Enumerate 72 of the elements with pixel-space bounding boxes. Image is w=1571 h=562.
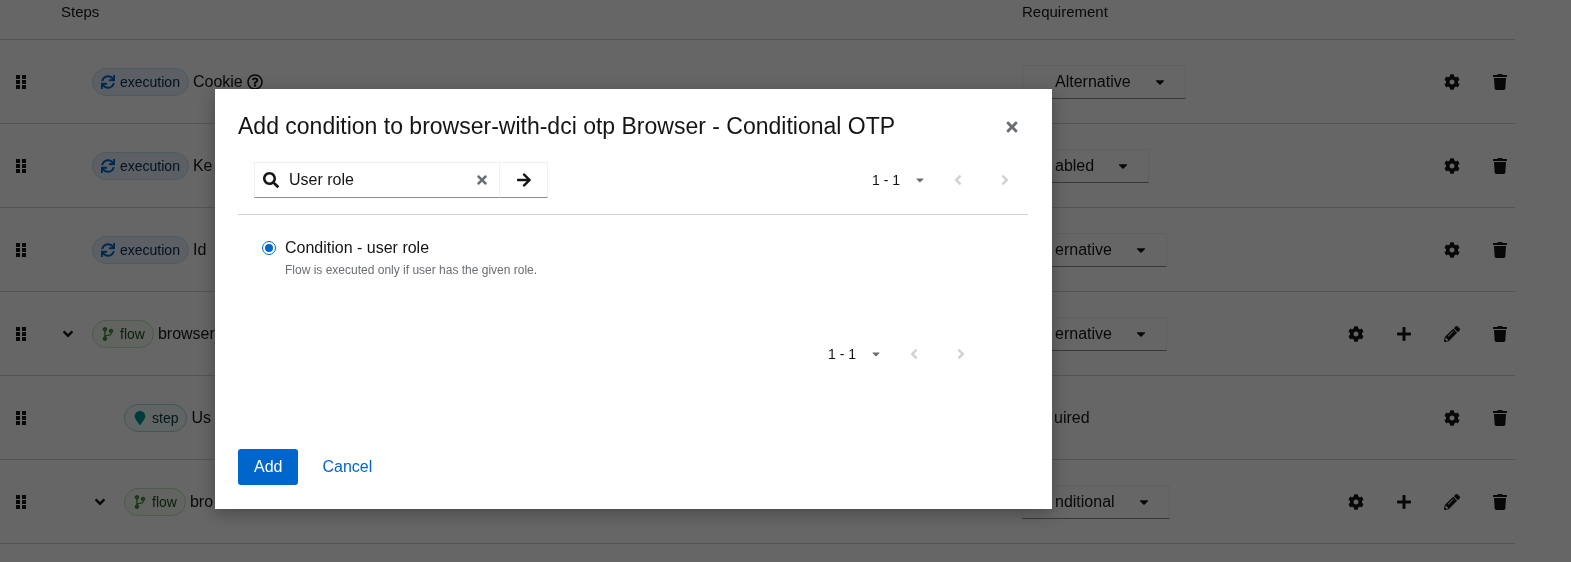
branch-icon bbox=[133, 494, 147, 509]
arrow-right-icon bbox=[515, 172, 532, 188]
step-name: bro bbox=[189, 492, 214, 511]
modal-title: Add condition to browser-with-dci otp Browser - Conditional OTP bbox=[238, 113, 896, 140]
requirement-text: uired bbox=[1053, 408, 1090, 427]
add-button[interactable]: Add bbox=[238, 449, 299, 485]
search-submit-button[interactable] bbox=[500, 162, 548, 198]
drag-handle-icon[interactable] bbox=[16, 74, 26, 89]
trash-icon bbox=[1492, 493, 1508, 510]
step-name: Id bbox=[192, 240, 207, 259]
cancel-link[interactable]: Cancel bbox=[306, 458, 389, 476]
add-button[interactable] bbox=[1395, 324, 1413, 343]
type-label: execution bbox=[92, 151, 189, 180]
step-name: Cookie bbox=[192, 72, 243, 91]
column-header: Requirement bbox=[1022, 3, 1109, 20]
trash-icon bbox=[1492, 409, 1508, 426]
pagination-range[interactable]: 1 - 1 bbox=[864, 172, 934, 188]
plus-icon bbox=[1396, 325, 1412, 342]
type-label: execution bbox=[92, 235, 189, 264]
settings-button[interactable] bbox=[1443, 240, 1461, 259]
step-name: browser bbox=[157, 324, 215, 343]
add-button[interactable] bbox=[1395, 492, 1413, 511]
type-label: flow bbox=[92, 319, 154, 348]
map-pin-icon bbox=[133, 410, 147, 425]
drag-handle-icon[interactable] bbox=[16, 242, 26, 257]
sync-icon bbox=[101, 74, 115, 89]
trash-icon bbox=[1492, 325, 1508, 342]
plus-icon bbox=[1396, 493, 1412, 510]
gear-icon bbox=[1444, 73, 1460, 90]
settings-button[interactable] bbox=[1443, 408, 1461, 427]
step-name: Ke bbox=[192, 156, 213, 175]
delete-button[interactable] bbox=[1491, 240, 1509, 259]
gear-icon bbox=[1444, 409, 1460, 426]
type-label: step bbox=[124, 403, 188, 432]
gear-icon bbox=[1348, 493, 1364, 510]
drag-handle-icon[interactable] bbox=[16, 326, 26, 341]
settings-button[interactable] bbox=[1347, 492, 1365, 511]
pagination-range[interactable]: 1 - 1 bbox=[820, 346, 890, 362]
pencil-icon bbox=[1444, 325, 1460, 342]
edit-button[interactable] bbox=[1443, 492, 1461, 511]
drag-handle-icon[interactable] bbox=[16, 158, 26, 173]
delete-button[interactable] bbox=[1491, 324, 1509, 343]
branch-icon bbox=[101, 326, 115, 341]
trash-icon bbox=[1492, 157, 1508, 174]
settings-button[interactable] bbox=[1443, 72, 1461, 91]
column-header: Steps bbox=[60, 3, 101, 20]
clear-icon[interactable] bbox=[475, 173, 489, 187]
help-icon[interactable] bbox=[246, 73, 263, 90]
settings-button[interactable] bbox=[1443, 156, 1461, 175]
step-name: Us bbox=[191, 408, 212, 427]
delete-button[interactable] bbox=[1491, 408, 1509, 427]
delete-button[interactable] bbox=[1491, 492, 1509, 511]
drag-handle-icon[interactable] bbox=[16, 410, 26, 425]
pencil-icon bbox=[1444, 493, 1460, 510]
gear-icon bbox=[1348, 325, 1364, 342]
search-field[interactable]: User role bbox=[254, 162, 500, 198]
edit-button[interactable] bbox=[1443, 324, 1461, 343]
type-label: execution bbox=[92, 67, 189, 96]
trash-icon bbox=[1492, 73, 1508, 90]
delete-button[interactable] bbox=[1491, 156, 1509, 175]
gear-icon bbox=[1444, 157, 1460, 174]
trash-icon bbox=[1492, 241, 1508, 258]
gear-icon bbox=[1444, 241, 1460, 258]
drag-handle-icon[interactable] bbox=[16, 494, 26, 509]
settings-button[interactable] bbox=[1347, 324, 1365, 343]
option-description: Flow is executed only if user has the given role. bbox=[284, 263, 539, 277]
delete-button[interactable] bbox=[1491, 72, 1509, 91]
sync-icon bbox=[101, 158, 115, 173]
type-label: flow bbox=[124, 487, 186, 516]
sync-icon bbox=[101, 242, 115, 257]
search-icon bbox=[263, 172, 279, 188]
requirement-select[interactable]: Alternative bbox=[1022, 64, 1186, 99]
